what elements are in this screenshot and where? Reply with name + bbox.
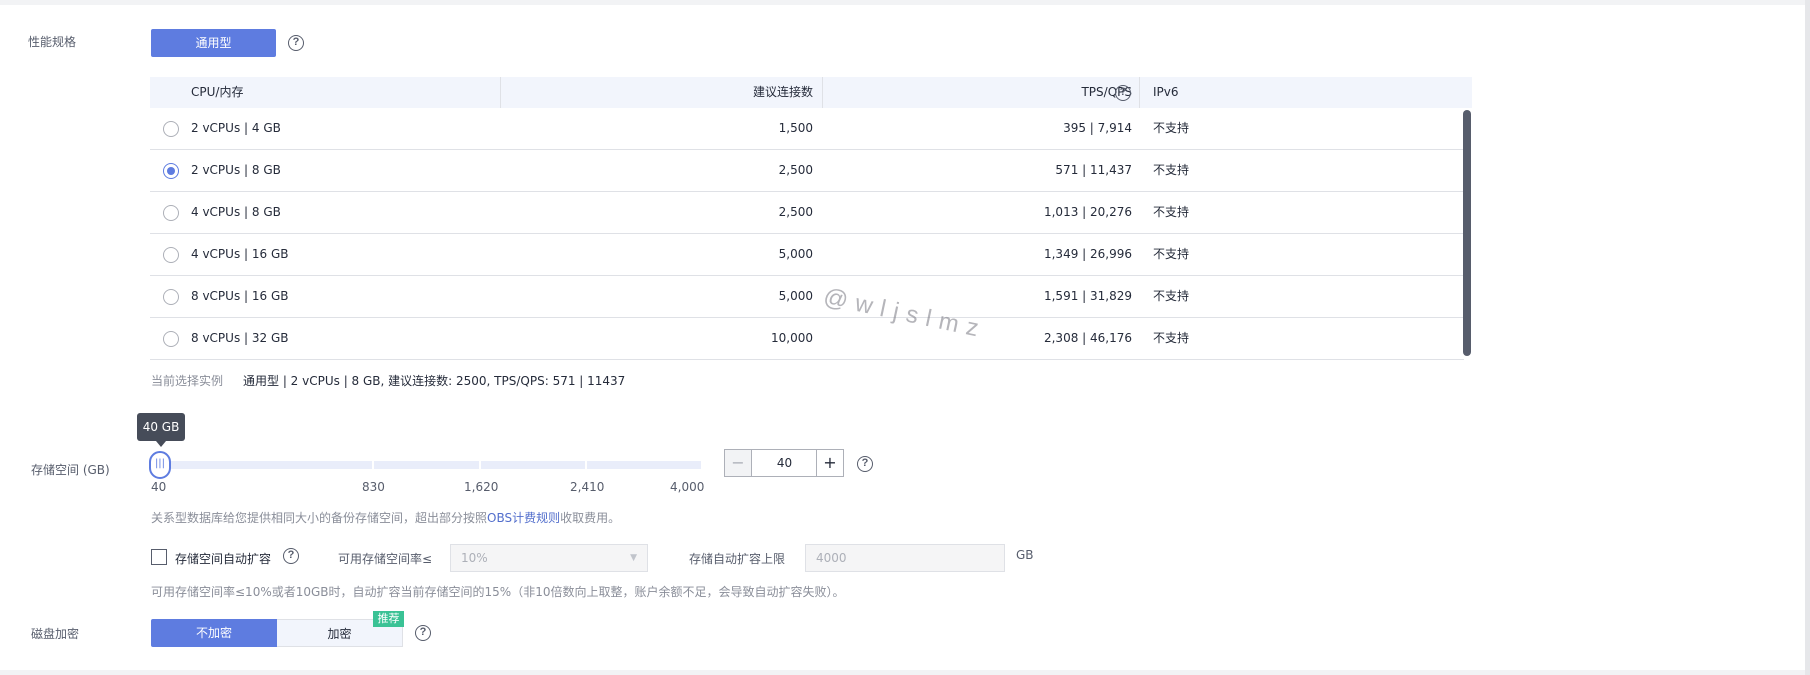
cell-ipv6: 不支持	[1153, 163, 1190, 177]
storage-note-suffix: 收取费用。	[560, 511, 621, 525]
table-row[interactable]: 4 vCPUs | 16 GB 5,000 1,349 | 26,996 不支持	[150, 234, 1464, 276]
table-header: CPU/内存 建议连接数 TPS/QPS ? IPv6	[150, 77, 1472, 108]
cell-ipv6: 不支持	[1153, 331, 1190, 345]
spec-table: CPU/内存 建议连接数 TPS/QPS ? IPv6 2 vCPUs | 4 …	[150, 77, 1472, 360]
decrement-button[interactable]: −	[725, 450, 752, 476]
cell-conn: 10,000	[771, 331, 813, 345]
storage-note-prefix: 关系型数据库给您提供相同大小的备份存储空间，超出部分按照	[151, 511, 488, 525]
slider-tick	[479, 461, 481, 469]
cell-cpu: 4 vCPUs | 16 GB	[191, 247, 289, 261]
cell-conn: 2,500	[778, 163, 813, 177]
row-radio[interactable]	[163, 163, 179, 179]
cell-conn: 5,000	[778, 247, 813, 261]
slider-tick-label: 2,410	[570, 480, 605, 494]
cell-tps: 395 | 7,914	[1063, 121, 1132, 135]
row-radio[interactable]	[163, 331, 179, 347]
slider-tick-label: 1,620	[464, 480, 499, 494]
storage-note: 关系型数据库给您提供相同大小的备份存储空间，超出部分按照OBS计费规则收取费用。	[151, 509, 620, 526]
cell-cpu: 2 vCPUs | 4 GB	[191, 121, 281, 135]
header-tps: TPS/QPS	[1081, 85, 1132, 99]
table-row[interactable]: 8 vCPUs | 32 GB 10,000 2,308 | 46,176 不支持	[150, 318, 1464, 360]
slider-tick-label: 830	[362, 480, 385, 494]
storage-stepper: − 40 +	[724, 449, 844, 477]
cell-conn: 2,500	[778, 205, 813, 219]
header-ipv6: IPv6	[1153, 85, 1179, 99]
cell-cpu: 8 vCPUs | 16 GB	[191, 289, 289, 303]
encryption-off-button[interactable]: 不加密	[151, 619, 277, 647]
spec-help-icon[interactable]: ?	[288, 35, 304, 51]
autoscale-help-icon[interactable]: ?	[283, 548, 299, 564]
page-scrollbar[interactable]	[1805, 0, 1810, 675]
storage-help-icon[interactable]: ?	[857, 456, 873, 472]
spec-type-button[interactable]: 通用型	[151, 29, 276, 57]
autoscale-checkbox[interactable]	[151, 549, 167, 565]
header-cpu: CPU/内存	[191, 85, 244, 99]
obs-billing-link[interactable]: OBS计费规则	[487, 511, 560, 525]
slider-tick-label: 40	[151, 480, 167, 494]
cell-cpu: 2 vCPUs | 8 GB	[191, 163, 281, 177]
table-row[interactable]: 2 vCPUs | 8 GB 2,500 571 | 11,437 不支持	[150, 150, 1464, 192]
storage-label: 存储空间 (GB)	[31, 463, 110, 477]
current-selection-value: 通用型 | 2 vCPUs | 8 GB, 建议连接数: 2500, TPS/Q…	[243, 374, 626, 388]
cell-ipv6: 不支持	[1153, 121, 1190, 135]
autoscale-hint: 可用存储空间率≤10%或者10GB时，自动扩容当前存储空间的15%（非10倍数向…	[151, 585, 845, 599]
table-scrollbar[interactable]	[1463, 110, 1471, 356]
row-radio[interactable]	[163, 247, 179, 263]
limit-input[interactable]: 4000	[805, 544, 1005, 572]
spec-label: 性能规格	[28, 35, 77, 49]
encryption-help-icon[interactable]: ?	[415, 625, 431, 641]
limit-unit: GB	[1016, 548, 1034, 562]
cell-cpu: 8 vCPUs | 32 GB	[191, 331, 289, 345]
limit-label: 存储自动扩容上限	[689, 552, 786, 566]
storage-slider-track[interactable]	[150, 461, 701, 469]
cell-ipv6: 不支持	[1153, 205, 1190, 219]
rate-label: 可用存储空间率≤	[338, 552, 433, 566]
rate-select-value: 10%	[461, 551, 488, 565]
header-conn: 建议连接数	[752, 85, 813, 99]
cell-ipv6: 不支持	[1153, 247, 1190, 261]
slider-tick	[585, 461, 587, 469]
row-radio[interactable]	[163, 289, 179, 305]
rate-select[interactable]: 10% ▼	[450, 544, 648, 572]
cell-conn: 5,000	[778, 289, 813, 303]
tps-help-icon[interactable]: ?	[1115, 85, 1131, 101]
autoscale-label: 存储空间自动扩容	[175, 552, 272, 566]
cell-tps: 1,349 | 26,996	[1043, 247, 1132, 261]
recommend-badge: 推荐	[373, 611, 404, 627]
row-radio[interactable]	[163, 205, 179, 221]
table-row[interactable]: 4 vCPUs | 8 GB 2,500 1,013 | 20,276 不支持	[150, 192, 1464, 234]
cell-conn: 1,500	[778, 121, 813, 135]
table-row[interactable]: 8 vCPUs | 16 GB 5,000 1,591 | 31,829 不支持	[150, 276, 1464, 318]
cell-ipv6: 不支持	[1153, 289, 1190, 303]
slider-tick	[372, 461, 374, 469]
cell-cpu: 4 vCPUs | 8 GB	[191, 205, 281, 219]
chevron-down-icon: ▼	[630, 553, 637, 563]
slider-tick-label: 4,000	[670, 480, 705, 494]
increment-button[interactable]: +	[816, 450, 843, 476]
current-selection-label: 当前选择实例	[151, 374, 224, 388]
encryption-label: 磁盘加密	[31, 627, 80, 641]
storage-input[interactable]: 40	[752, 450, 817, 476]
header-divider	[1139, 77, 1140, 108]
storage-slider-handle[interactable]: |||	[149, 451, 171, 479]
table-row[interactable]: 2 vCPUs | 4 GB 1,500 395 | 7,914 不支持	[150, 108, 1464, 150]
cell-tps: 571 | 11,437	[1055, 163, 1132, 177]
row-radio[interactable]	[163, 121, 179, 137]
storage-tooltip: 40 GB	[137, 413, 185, 447]
cell-tps: 1,013 | 20,276	[1043, 205, 1132, 219]
